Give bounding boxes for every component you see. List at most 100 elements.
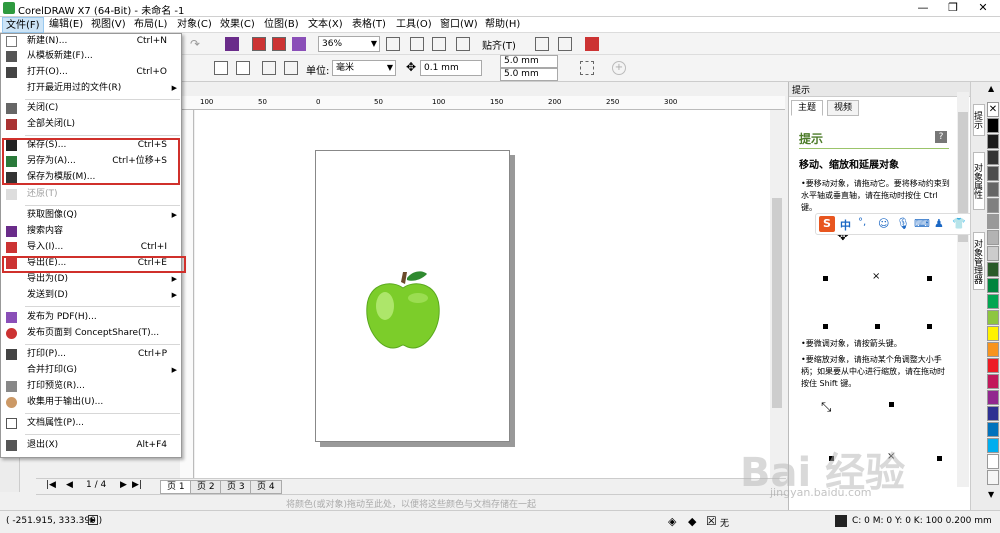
duplicate-y-input[interactable]: 5.0 mm bbox=[500, 68, 558, 81]
menu-item-print-preview[interactable]: 打印预览(R)... bbox=[1, 379, 181, 395]
menu-item-publish-pdf[interactable]: 发布为 PDF(H)... bbox=[1, 310, 181, 326]
publish-pdf-icon[interactable] bbox=[292, 37, 306, 51]
snap-to-dropdown[interactable]: 贴齐(T) bbox=[482, 37, 516, 52]
color-swatch[interactable] bbox=[987, 422, 999, 437]
menu-edit[interactable]: 编辑(E) bbox=[46, 17, 86, 33]
page-tab[interactable]: 页 4 bbox=[250, 480, 282, 494]
palette-scroll-down-icon[interactable]: ▼ bbox=[988, 490, 994, 499]
color-swatch[interactable] bbox=[987, 310, 999, 325]
options-icon[interactable] bbox=[535, 37, 549, 51]
menu-item-search-content[interactable]: 搜索内容 bbox=[1, 224, 181, 240]
menu-item-document-properties[interactable]: 文档属性(P)... bbox=[1, 416, 181, 432]
help-icon[interactable]: ? bbox=[935, 131, 947, 143]
color-swatch[interactable] bbox=[987, 214, 999, 229]
color-swatch[interactable] bbox=[987, 262, 999, 277]
menu-item-revert[interactable]: 还原(T) bbox=[1, 187, 181, 203]
skin-icon[interactable]: 👕 bbox=[952, 217, 966, 230]
menu-item-open-recent[interactable]: 打开最近用过的文件(R) ▶ bbox=[1, 81, 181, 97]
color-swatch[interactable] bbox=[987, 294, 999, 309]
microphone-icon[interactable]: 🎙 bbox=[896, 217, 910, 230]
color-swatch[interactable] bbox=[987, 278, 999, 293]
color-swatch[interactable] bbox=[987, 182, 999, 197]
menu-window[interactable]: 窗口(W) bbox=[437, 17, 481, 33]
menu-item-close-all[interactable]: 全部关闭(L) bbox=[1, 117, 181, 133]
menu-text[interactable]: 文本(X) bbox=[305, 17, 346, 33]
color-swatch[interactable] bbox=[987, 374, 999, 389]
color-swatch[interactable] bbox=[987, 230, 999, 245]
menu-item-export-for[interactable]: 导出为(D) ▶ bbox=[1, 272, 181, 288]
zoom-level-select[interactable]: 36% ▼ bbox=[318, 36, 380, 52]
import-icon[interactable] bbox=[252, 37, 266, 51]
next-page-button[interactable]: ▶ bbox=[120, 480, 127, 490]
color-swatch[interactable] bbox=[987, 358, 999, 373]
apple-graphic[interactable] bbox=[363, 268, 443, 350]
menu-item-new[interactable]: 新建(N)... Ctrl+N bbox=[1, 34, 181, 50]
user-icon[interactable]: ♟ bbox=[934, 217, 944, 230]
menu-item-print-merge[interactable]: 合并打印(G) ▶ bbox=[1, 363, 181, 379]
menu-item-print[interactable]: 打印(P)... Ctrl+P bbox=[1, 347, 181, 363]
color-swatch[interactable] bbox=[987, 198, 999, 213]
export-icon[interactable] bbox=[272, 37, 286, 51]
vertical-ruler[interactable] bbox=[180, 110, 194, 480]
all-pages-icon[interactable] bbox=[262, 61, 276, 75]
menu-file[interactable]: 文件(F) bbox=[2, 17, 44, 33]
menu-item-close[interactable]: 关闭(C) bbox=[1, 101, 181, 117]
menu-item-open[interactable]: 打开(O)... Ctrl+O bbox=[1, 65, 181, 81]
menu-layout[interactable]: 布局(L) bbox=[131, 17, 170, 33]
application-launcher-icon[interactable] bbox=[558, 37, 572, 51]
treat-as-filled-icon[interactable] bbox=[580, 61, 594, 75]
corel-connect-icon[interactable] bbox=[225, 37, 239, 51]
maximize-button[interactable]: ❐ bbox=[938, 0, 968, 17]
docker-scrollbar[interactable] bbox=[957, 92, 969, 487]
page-tab[interactable]: 页 2 bbox=[190, 480, 222, 494]
no-color-swatch[interactable]: ✕ bbox=[987, 102, 999, 117]
menu-item-acquire-image[interactable]: 获取图像(Q) ▶ bbox=[1, 208, 181, 224]
menu-item-exit[interactable]: 退出(X) Alt+F4 bbox=[1, 438, 181, 454]
add-preset-icon[interactable]: + bbox=[612, 61, 626, 75]
color-swatch[interactable] bbox=[987, 166, 999, 181]
menu-object[interactable]: 对象(C) bbox=[174, 17, 215, 33]
close-button[interactable]: ✕ bbox=[968, 0, 998, 17]
vertical-scrollbar[interactable] bbox=[770, 110, 784, 478]
color-swatch[interactable] bbox=[987, 454, 999, 469]
menu-help[interactable]: 帮助(H) bbox=[482, 17, 523, 33]
redo-icon[interactable]: ↷ bbox=[190, 37, 204, 51]
color-swatch[interactable] bbox=[987, 326, 999, 341]
keyboard-icon[interactable]: ⌨ bbox=[914, 217, 930, 230]
menu-item-collect-for-output[interactable]: 收集用于输出(U)... bbox=[1, 395, 181, 411]
units-select[interactable]: 毫米 ▼ bbox=[332, 60, 396, 76]
menu-tools[interactable]: 工具(O) bbox=[393, 17, 435, 33]
first-page-button[interactable]: |◀ bbox=[46, 480, 56, 490]
welcome-screen-icon[interactable] bbox=[585, 37, 599, 51]
full-screen-icon[interactable] bbox=[386, 37, 400, 51]
color-swatch[interactable] bbox=[987, 470, 999, 485]
color-swatch[interactable] bbox=[987, 438, 999, 453]
duplicate-x-input[interactable]: 5.0 mm bbox=[500, 55, 558, 68]
ime-mode-label[interactable]: 中 bbox=[840, 217, 851, 233]
document-page[interactable] bbox=[315, 150, 510, 442]
play-icon[interactable]: ▶ bbox=[88, 515, 98, 525]
color-swatch[interactable] bbox=[987, 118, 999, 133]
horizontal-ruler[interactable]: 100 50 0 50 100 150 200 250 300 bbox=[180, 96, 785, 110]
palette-scroll-up-icon[interactable]: ▲ bbox=[988, 84, 994, 93]
last-page-button[interactable]: ▶| bbox=[132, 480, 142, 490]
document-palette[interactable]: 将颜色(或对象)拖动至此处，以便将这些颜色与文档存储在一起 bbox=[36, 494, 786, 510]
emoji-icon[interactable]: ☺ bbox=[878, 217, 889, 230]
page-tab[interactable]: 页 3 bbox=[220, 480, 252, 494]
page-tab[interactable]: 页 1 bbox=[160, 480, 192, 494]
landscape-icon[interactable] bbox=[236, 61, 250, 75]
color-swatch[interactable] bbox=[987, 406, 999, 421]
punctuation-icon[interactable]: °, bbox=[858, 217, 866, 228]
menu-item-import[interactable]: 导入(I)... Ctrl+I bbox=[1, 240, 181, 256]
tab-topics[interactable]: 主题 bbox=[791, 100, 824, 116]
color-swatch[interactable] bbox=[987, 342, 999, 357]
color-swatch[interactable] bbox=[987, 246, 999, 261]
color-swatch[interactable] bbox=[987, 390, 999, 405]
menu-view[interactable]: 视图(V) bbox=[88, 17, 129, 33]
vtab-object-properties[interactable]: 对象属性 bbox=[972, 152, 985, 210]
current-page-icon[interactable] bbox=[284, 61, 298, 75]
vtab-hints[interactable]: 提示 bbox=[972, 104, 985, 136]
show-grid-icon[interactable] bbox=[432, 37, 446, 51]
color-swatch[interactable] bbox=[987, 134, 999, 149]
menu-item-send-to[interactable]: 发送到(D) ▶ bbox=[1, 288, 181, 304]
